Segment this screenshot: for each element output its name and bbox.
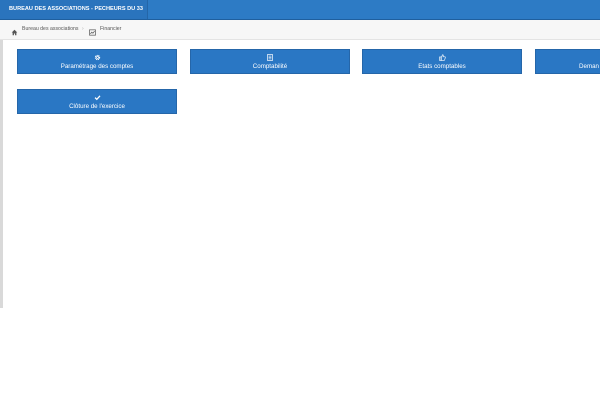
- tile-comptabilite[interactable]: Comptabilité: [190, 49, 350, 74]
- left-scroll-edge: [0, 40, 3, 308]
- tile-label: Deman: [579, 63, 599, 70]
- breadcrumb-separator: ›: [82, 26, 84, 32]
- tile-parametrage-comptes[interactable]: Paramétrage des comptes: [17, 49, 177, 74]
- check-icon: [18, 94, 176, 102]
- tile-label: Etats comptables: [418, 63, 466, 70]
- tile-label: Clôture de l'exercice: [69, 103, 125, 110]
- breadcrumb-label-financier: Financier: [100, 26, 122, 32]
- tile-label: Comptabilité: [252, 63, 288, 70]
- breadcrumb: Bureau des associations › Financier: [0, 20, 600, 40]
- tile-label: Paramétrage des comptes: [60, 63, 134, 70]
- breadcrumb-label-home: Bureau des associations: [22, 26, 79, 32]
- unknown-icon: [536, 54, 600, 62]
- tile-demandes[interactable]: Deman: [535, 49, 600, 74]
- home-icon: [11, 26, 18, 36]
- breadcrumb-item-financier[interactable]: Financier: [89, 20, 121, 39]
- tile-cloture-exercice[interactable]: Clôture de l'exercice: [17, 89, 177, 114]
- top-navbar: BUREAU DES ASSOCIATIONS - PECHEURS DU 33: [0, 0, 600, 20]
- app-window: BUREAU DES ASSOCIATIONS - PECHEURS DU 33…: [0, 0, 600, 400]
- gear-icon: [18, 54, 176, 62]
- ledger-icon: [191, 54, 349, 62]
- thumbs-up-icon: [363, 54, 521, 62]
- breadcrumb-item-home[interactable]: Bureau des associations: [11, 20, 79, 39]
- chart-icon: [89, 26, 96, 36]
- app-title[interactable]: BUREAU DES ASSOCIATIONS - PECHEURS DU 33: [0, 0, 148, 19]
- tile-etats-comptables[interactable]: Etats comptables: [362, 49, 522, 74]
